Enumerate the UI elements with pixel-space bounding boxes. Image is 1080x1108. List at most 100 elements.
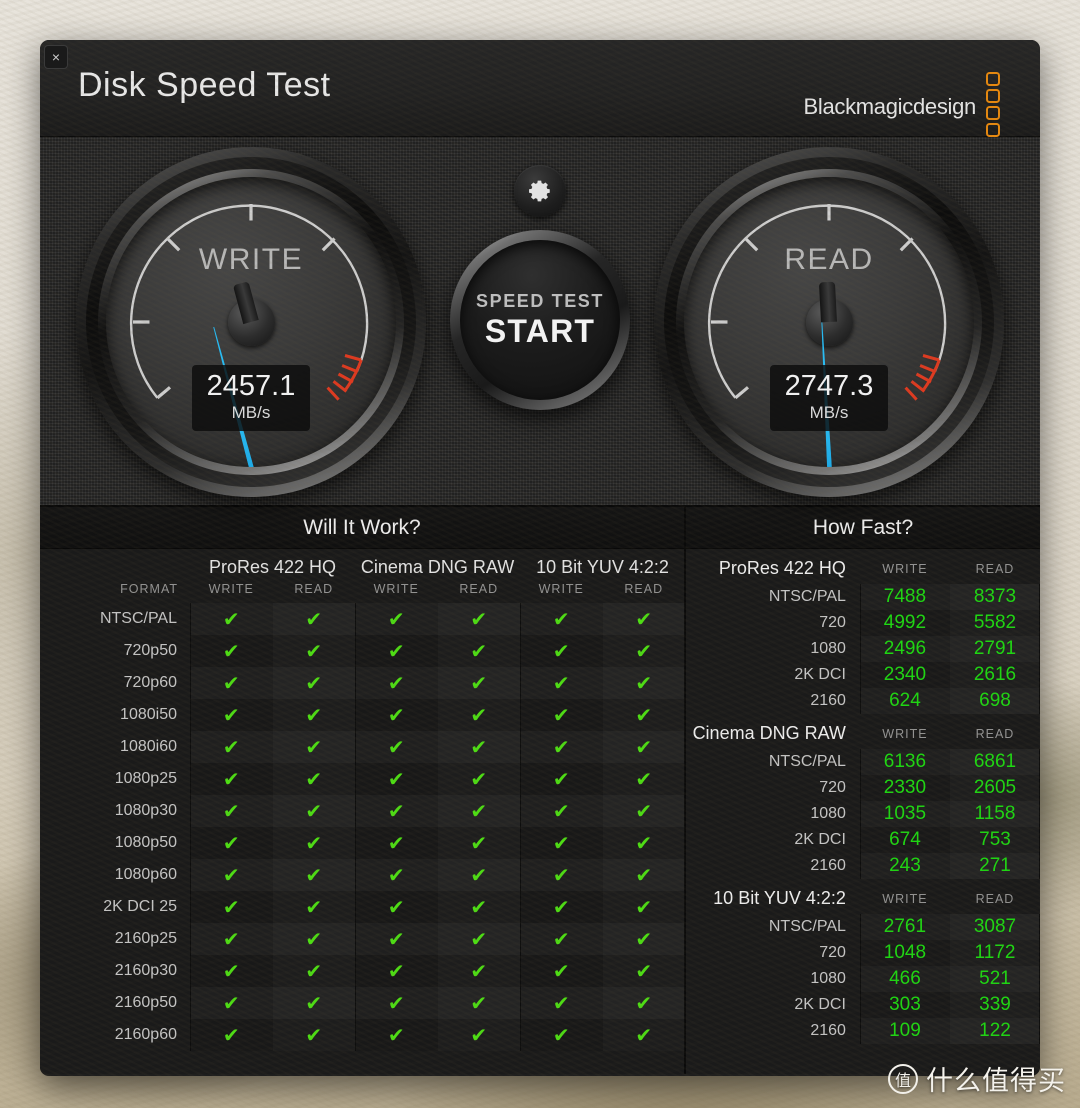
brand-square-2 xyxy=(986,106,1000,120)
desktop-background: × Disk Speed Test Blackmagicdesign WRITE… xyxy=(0,0,1080,1108)
how-fast-row-label: 2K DCI xyxy=(794,996,846,1013)
how-fast-row-label: 2160 xyxy=(810,857,846,874)
how-fast-write-value: 624 xyxy=(859,688,950,714)
close-window-button[interactable]: × xyxy=(44,45,68,69)
how-fast-table: ProRes 422 HQ WRITE READ NTSC/PAL 7488 8373 72… xyxy=(686,549,1040,1044)
how-fast-write-value: 4992 xyxy=(859,610,950,636)
compat-check-cell: ✔ xyxy=(520,987,603,1019)
wiw-subheader-2-read: READ xyxy=(624,582,664,596)
table-row: 720 4992 5582 xyxy=(686,610,1040,636)
how-fast-read-value: 698 xyxy=(949,688,1040,714)
how-fast-subheader-read: READ xyxy=(975,726,1015,741)
compat-check-cell: ✔ xyxy=(437,635,521,667)
how-fast-subheader-write: WRITE xyxy=(882,561,928,576)
how-fast-read-value: 5582 xyxy=(949,610,1040,636)
settings-button[interactable] xyxy=(514,165,566,217)
speed-test-start-button[interactable]: SPEED TEST START xyxy=(450,230,630,410)
compat-check-cell: ✔ xyxy=(190,667,273,699)
compat-check-cell: ✔ xyxy=(437,923,521,955)
compat-check-cell: ✔ xyxy=(272,827,355,859)
write-value: 2457.1 xyxy=(206,369,296,402)
compat-check-cell: ✔ xyxy=(437,891,521,923)
how-fast-subheader-write: WRITE xyxy=(882,891,928,906)
page-title: Disk Speed Test xyxy=(78,66,331,104)
how-fast-row-label: 720 xyxy=(819,614,846,631)
format-label: NTSC/PAL xyxy=(40,603,190,635)
how-fast-group-name: Cinema DNG RAW xyxy=(692,723,846,743)
start-button-main-label: START xyxy=(484,312,596,349)
compat-check-cell: ✔ xyxy=(190,731,273,763)
format-label: 1080p60 xyxy=(40,859,190,891)
read-readout: 2747.3 MB/s xyxy=(770,364,888,431)
how-fast-write-value: 466 xyxy=(859,966,950,992)
compat-check-cell: ✔ xyxy=(355,795,438,827)
how-fast-group-name: 10 Bit YUV 4:2:2 xyxy=(713,888,846,908)
how-fast-row-label: 1080 xyxy=(810,805,846,822)
compat-check-cell: ✔ xyxy=(190,955,273,987)
compat-check-cell: ✔ xyxy=(437,859,521,891)
how-fast-subheader-read: READ xyxy=(975,561,1015,576)
how-fast-group-header-row: ProRes 422 HQ WRITE READ xyxy=(686,549,1040,584)
brand-name: Blackmagicdesign xyxy=(803,93,976,119)
how-fast-row-label: 2K DCI xyxy=(794,831,846,848)
format-label: 1080i50 xyxy=(40,699,190,731)
how-fast-row-label: 720 xyxy=(819,779,846,796)
table-row: 2K DCI 2340 2616 xyxy=(686,662,1040,688)
compat-check-cell: ✔ xyxy=(355,1019,438,1051)
how-fast-write-value: 243 xyxy=(859,853,950,879)
compat-check-cell: ✔ xyxy=(602,827,686,859)
watermark: 值 什么值得买 xyxy=(888,1059,1066,1098)
compat-check-cell: ✔ xyxy=(272,1019,355,1051)
compat-check-cell: ✔ xyxy=(437,603,521,635)
brand-square-0 xyxy=(986,72,1000,86)
compat-check-cell: ✔ xyxy=(272,699,355,731)
compat-check-cell: ✔ xyxy=(272,859,355,891)
format-label: 720p50 xyxy=(40,635,190,667)
compat-check-cell: ✔ xyxy=(437,827,521,859)
format-label: 2K DCI 25 xyxy=(40,891,190,923)
brand-logo: Blackmagicdesign xyxy=(803,72,1000,137)
how-fast-read-value: 122 xyxy=(949,1018,1040,1044)
compat-check-cell: ✔ xyxy=(520,1019,603,1051)
how-fast-write-value: 1048 xyxy=(859,940,950,966)
table-row: 1080 466 521 xyxy=(686,966,1040,992)
how-fast-group-header-row: 10 Bit YUV 4:2:2 WRITE READ xyxy=(686,879,1040,914)
compat-check-cell: ✔ xyxy=(602,731,686,763)
how-fast-row-label: 720 xyxy=(819,944,846,961)
wiw-subheader-1-read: READ xyxy=(459,582,499,596)
compat-check-cell: ✔ xyxy=(520,699,603,731)
compat-check-cell: ✔ xyxy=(602,859,686,891)
table-row: NTSC/PAL 6136 6861 xyxy=(686,749,1040,775)
table-row: 720 2330 2605 xyxy=(686,775,1040,801)
codec-group-1: Cinema DNG RAW xyxy=(360,557,515,577)
codec-group-2: 10 Bit YUV 4:2:2 xyxy=(536,557,669,577)
compat-check-cell: ✔ xyxy=(437,699,521,731)
format-label: 2160p50 xyxy=(40,987,190,1019)
write-gauge-label: WRITE xyxy=(198,243,304,276)
format-label: 1080p50 xyxy=(40,827,190,859)
how-fast-read-value: 1172 xyxy=(949,940,1040,966)
compat-check-cell: ✔ xyxy=(190,891,273,923)
how-fast-subheader-read: READ xyxy=(975,891,1015,906)
format-label: 1080p30 xyxy=(40,795,190,827)
compat-check-cell: ✔ xyxy=(520,763,603,795)
how-fast-group-header-row: Cinema DNG RAW WRITE READ xyxy=(686,714,1040,749)
disk-speed-test-window: × Disk Speed Test Blackmagicdesign WRITE… xyxy=(40,40,1040,1076)
compat-check-cell: ✔ xyxy=(602,1019,686,1051)
compat-check-cell: ✔ xyxy=(190,1019,273,1051)
compat-check-cell: ✔ xyxy=(190,987,273,1019)
how-fast-read-value: 8373 xyxy=(949,584,1040,610)
gear-icon xyxy=(529,180,550,202)
will-it-work-table: ProRes 422 HQ Cinema DNG RAW 10 Bit YUV … xyxy=(40,549,686,1051)
compat-check-cell: ✔ xyxy=(272,987,355,1019)
table-row: 2K DCI 674 753 xyxy=(686,827,1040,853)
how-fast-subheader-write: WRITE xyxy=(882,726,928,741)
how-fast-write-value: 2761 xyxy=(859,914,950,940)
wiw-subheader-1-write: WRITE xyxy=(373,582,419,596)
compat-check-cell: ✔ xyxy=(190,635,273,667)
codec-group-0: ProRes 422 HQ xyxy=(208,557,337,577)
format-label: 2160p60 xyxy=(40,1019,190,1051)
format-label: 720p60 xyxy=(40,667,190,699)
how-fast-row-label: 2K DCI xyxy=(794,666,846,683)
compat-check-cell: ✔ xyxy=(520,891,603,923)
